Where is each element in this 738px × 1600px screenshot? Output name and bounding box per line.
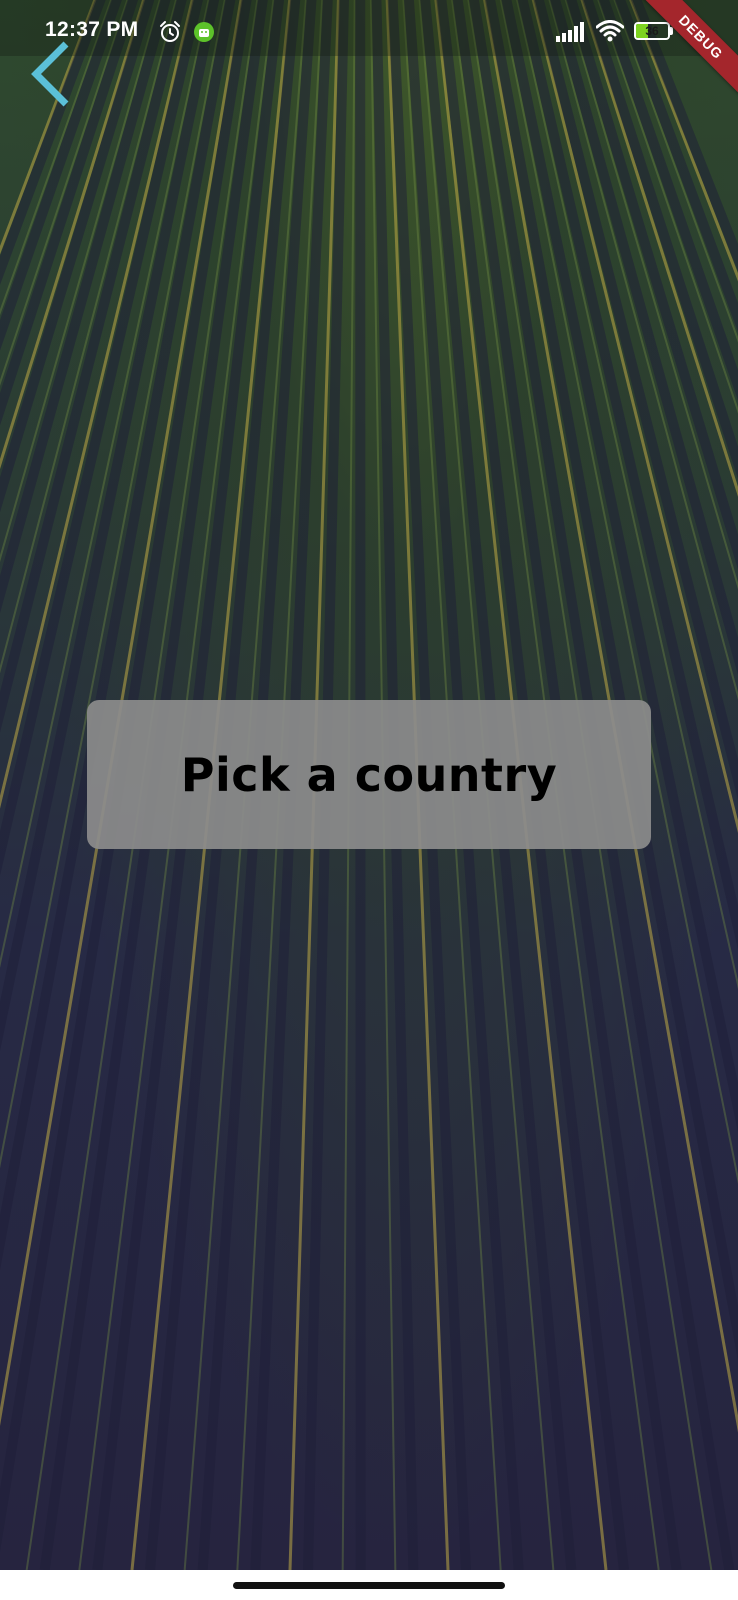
alarm-clock-icon (158, 20, 182, 49)
wifi-icon (595, 20, 625, 47)
back-button[interactable] (20, 34, 90, 114)
app-screen: 12:37 PM 36 DEBUG Pick a country (0, 0, 738, 1600)
pick-country-card[interactable]: Pick a country (87, 700, 651, 849)
android-notification-icon (193, 21, 215, 48)
cell-signal-icon (556, 22, 586, 47)
battery-tip (670, 27, 673, 35)
battery-level: 36 (645, 24, 659, 38)
battery-body: 36 (634, 22, 670, 40)
status-bar: 12:37 PM 36 (0, 0, 738, 56)
battery-icon: 36 (634, 22, 674, 42)
card-title: Pick a country (180, 747, 558, 802)
chevron-left-icon (31, 41, 69, 107)
home-indicator[interactable] (233, 1582, 505, 1589)
